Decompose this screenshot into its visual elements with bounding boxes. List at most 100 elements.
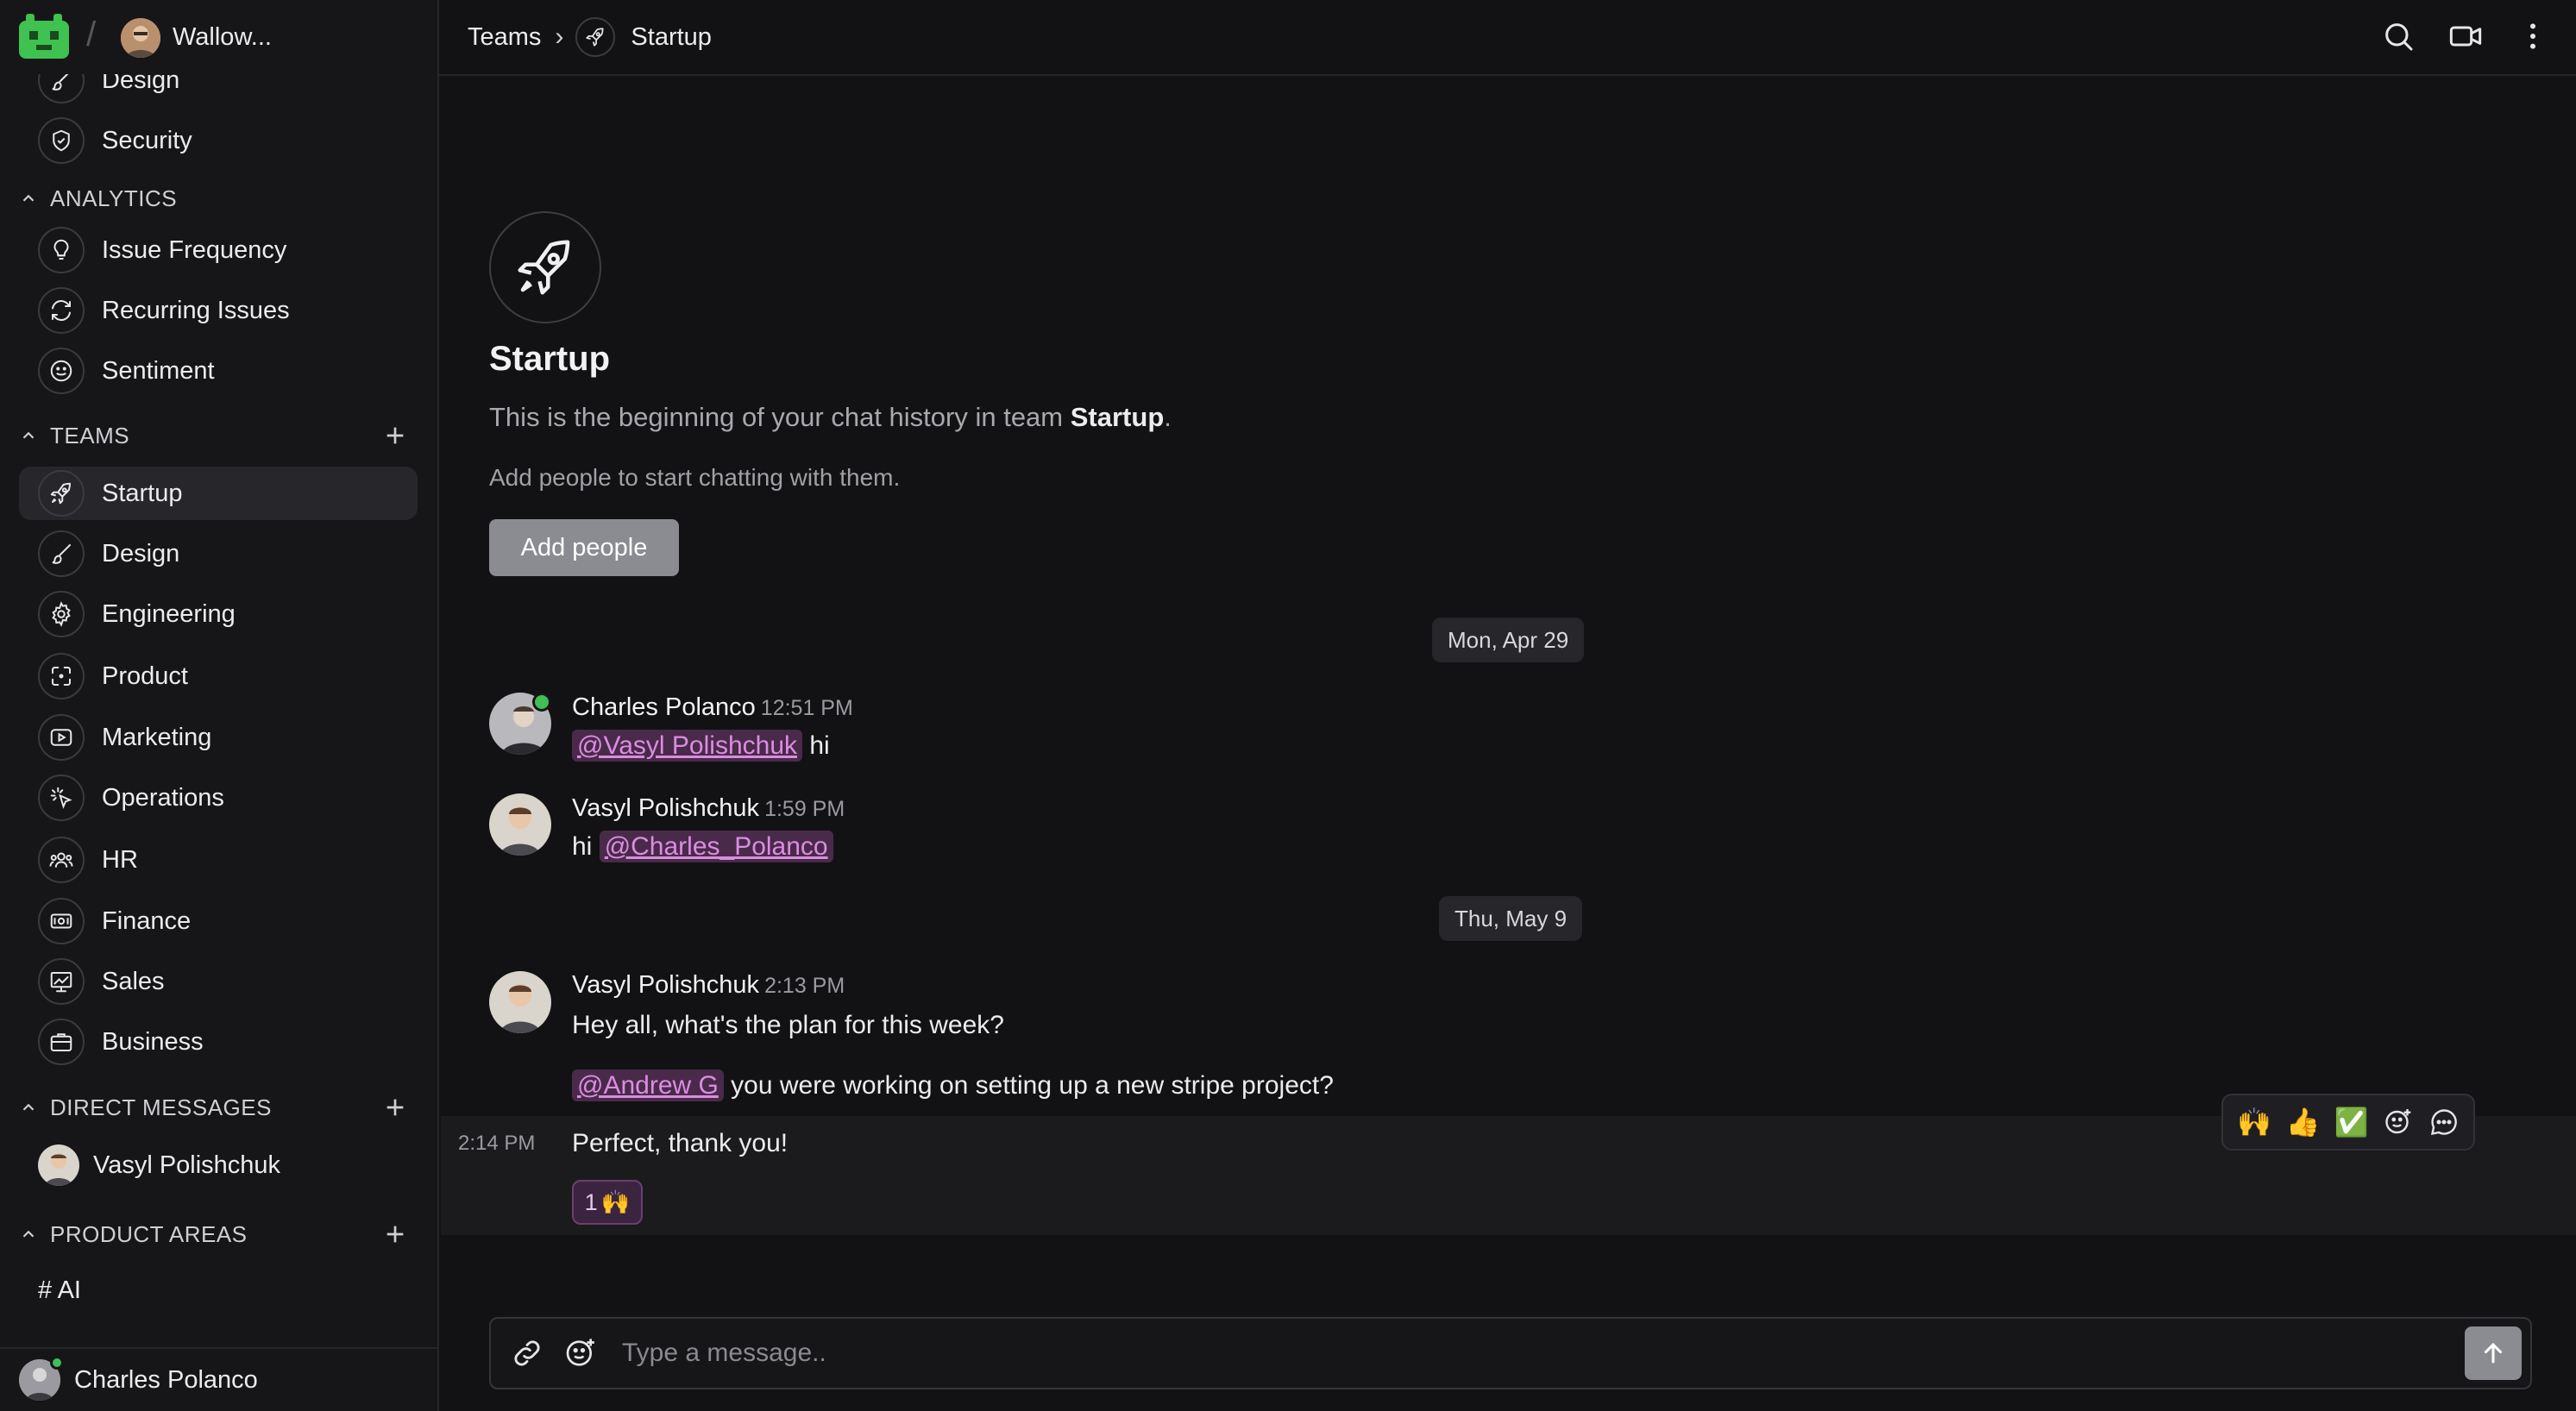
sidebar-item-label: Startup bbox=[102, 479, 183, 507]
more-vertical-icon[interactable] bbox=[2516, 19, 2550, 53]
chart-icon bbox=[38, 958, 85, 1005]
focus-icon bbox=[38, 653, 85, 699]
mention[interactable]: @Andrew G bbox=[572, 1069, 724, 1101]
workspace-name: Wallow... bbox=[173, 23, 272, 51]
sidebar-item-product[interactable]: Product bbox=[19, 649, 418, 703]
section-title: DIRECT MESSAGES bbox=[50, 1094, 272, 1120]
sidebar: Design / Wallow... Security ANALYTICS Is… bbox=[0, 0, 439, 1411]
message-text: Hey all, what's the plan for this week? bbox=[572, 1011, 1004, 1039]
section-title: TEAMS bbox=[50, 422, 130, 448]
sidebar-item-startup[interactable]: Startup bbox=[19, 467, 418, 520]
sidebar-item-sales[interactable]: Sales bbox=[19, 955, 418, 1008]
chevron-up-icon bbox=[22, 194, 35, 202]
message-time: 2:14 PM bbox=[458, 1132, 536, 1155]
arrow-up-icon bbox=[2484, 1342, 2503, 1364]
sidebar-item-label: Finance bbox=[102, 906, 192, 935]
sidebar-item-label: Security bbox=[102, 126, 192, 154]
sidebar-item-engineering[interactable]: Engineering bbox=[19, 587, 418, 641]
intro-text-prefix: This is the beginning of your chat histo… bbox=[489, 402, 1071, 432]
workspace-avatar bbox=[121, 18, 160, 58]
online-indicator bbox=[532, 693, 551, 712]
message-body: hi bbox=[572, 832, 600, 861]
message-actions-toolbar: 🙌 👍 ✅ bbox=[2221, 1094, 2475, 1151]
section-product-areas[interactable]: PRODUCT AREAS bbox=[19, 1217, 418, 1251]
sidebar-item-label: Marketing bbox=[102, 723, 212, 751]
author-name[interactable]: Vasyl Polishchuk bbox=[572, 794, 759, 822]
message-text: @Andrew G you were working on setting up… bbox=[572, 1069, 1334, 1101]
mention[interactable]: @Vasyl Polishchuk bbox=[572, 730, 802, 762]
reaction-count: 1 bbox=[584, 1188, 598, 1215]
chevron-up-icon bbox=[22, 1103, 35, 1111]
add-reaction-icon[interactable] bbox=[2383, 1107, 2414, 1138]
avatar bbox=[38, 1144, 79, 1186]
brush-icon bbox=[38, 530, 85, 577]
reply-thread-icon[interactable] bbox=[2428, 1107, 2460, 1138]
sidebar-item-finance[interactable]: Finance bbox=[19, 894, 418, 948]
react-thumbs-up-button[interactable]: 👍 bbox=[2286, 1106, 2321, 1138]
sidebar-item-label: Issue Frequency bbox=[102, 235, 287, 264]
section-direct-messages[interactable]: DIRECT MESSAGES bbox=[19, 1090, 418, 1125]
link-icon[interactable] bbox=[510, 1336, 544, 1370]
message-body: hi bbox=[802, 731, 830, 760]
react-check-button[interactable]: ✅ bbox=[2334, 1106, 2369, 1138]
author-name[interactable]: Charles Polanco bbox=[572, 693, 756, 721]
sidebar-item-label: Engineering bbox=[102, 599, 236, 628]
cursor-icon bbox=[38, 774, 85, 821]
smiley-icon bbox=[38, 348, 85, 394]
team-avatar bbox=[489, 211, 601, 323]
rocket-icon bbox=[575, 17, 616, 57]
search-icon[interactable] bbox=[2381, 19, 2416, 53]
message-input[interactable] bbox=[622, 1327, 2465, 1379]
sidebar-item-sentiment[interactable]: Sentiment bbox=[19, 344, 418, 398]
sidebar-item-hr[interactable]: HR bbox=[19, 833, 418, 887]
app-logo-icon bbox=[19, 14, 69, 59]
intro-text: This is the beginning of your chat histo… bbox=[489, 402, 1172, 433]
current-user-name: Charles Polanco bbox=[74, 1365, 258, 1394]
avatar bbox=[489, 971, 551, 1033]
message-composer bbox=[489, 1317, 2532, 1389]
breadcrumb-teams[interactable]: Teams bbox=[468, 23, 541, 52]
sidebar-item-operations[interactable]: Operations bbox=[19, 771, 418, 825]
video-icon[interactable] bbox=[2448, 19, 2483, 53]
section-teams[interactable]: TEAMS bbox=[19, 418, 418, 453]
react-raised-hands-button[interactable]: 🙌 bbox=[2237, 1106, 2271, 1138]
top-bar: Teams › Startup bbox=[439, 0, 2576, 76]
workspace-switcher[interactable]: / Wallow... bbox=[0, 0, 437, 74]
team-title: Startup bbox=[489, 340, 610, 378]
current-user[interactable]: Charles Polanco bbox=[0, 1347, 437, 1411]
message-text: @Vasyl Polishchuk hi bbox=[572, 730, 830, 762]
add-dm-icon[interactable] bbox=[381, 1094, 409, 1121]
avatar bbox=[489, 793, 551, 856]
sidebar-item-design[interactable]: Design bbox=[19, 527, 418, 580]
sidebar-dm-vasyl[interactable]: Vasyl Polishchuk bbox=[19, 1138, 418, 1192]
send-button[interactable] bbox=[2465, 1326, 2522, 1380]
message-time: 12:51 PM bbox=[760, 696, 853, 720]
message-text: hi @Charles_Polanco bbox=[572, 831, 833, 862]
sidebar-item-business[interactable]: Business bbox=[19, 1015, 418, 1069]
reaction-chip[interactable]: 1 🙌 bbox=[572, 1180, 643, 1225]
online-indicator bbox=[50, 1356, 64, 1370]
gear-icon bbox=[38, 591, 85, 637]
section-title: PRODUCT AREAS bbox=[50, 1220, 248, 1247]
sidebar-item-issue-frequency[interactable]: Issue Frequency bbox=[19, 223, 418, 277]
sidebar-item-security[interactable]: Security bbox=[19, 114, 418, 167]
sidebar-item-label: Recurring Issues bbox=[102, 296, 290, 324]
date-divider: Mon, Apr 29 bbox=[1432, 618, 1585, 662]
sidebar-item-ai[interactable]: # AI bbox=[38, 1276, 81, 1305]
mention[interactable]: @Charles_Polanco bbox=[599, 831, 833, 862]
avatar bbox=[19, 1356, 64, 1401]
sidebar-item-recurring-issues[interactable]: Recurring Issues bbox=[19, 284, 418, 337]
rocket-icon bbox=[518, 240, 570, 295]
sidebar-item-label: Vasyl Polishchuk bbox=[93, 1151, 281, 1179]
divider-slash: / bbox=[86, 16, 97, 53]
reaction-emoji: 🙌 bbox=[600, 1189, 631, 1215]
author-name[interactable]: Vasyl Polishchuk bbox=[572, 971, 759, 999]
add-people-button[interactable]: Add people bbox=[489, 519, 679, 576]
sidebar-item-marketing[interactable]: Marketing bbox=[19, 711, 418, 764]
emoji-add-icon[interactable] bbox=[563, 1336, 598, 1370]
section-analytics[interactable]: ANALYTICS bbox=[19, 181, 418, 216]
add-team-icon[interactable] bbox=[381, 422, 409, 449]
message-text: Perfect, thank you! bbox=[572, 1129, 789, 1157]
breadcrumb-team[interactable]: Startup bbox=[631, 23, 712, 52]
add-product-area-icon[interactable] bbox=[381, 1220, 409, 1248]
